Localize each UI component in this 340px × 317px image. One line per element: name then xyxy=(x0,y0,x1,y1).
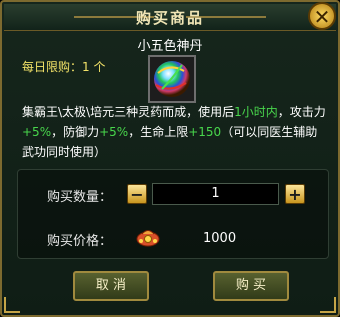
desc-attack-bonus: +5% xyxy=(22,125,52,139)
buy-button[interactable]: 购 买 xyxy=(213,271,289,301)
quantity-input[interactable]: 1 xyxy=(152,183,279,205)
dialog-title: 购买商品 xyxy=(135,9,204,27)
cancel-button[interactable]: 取 消 xyxy=(73,271,149,301)
minus-icon: − xyxy=(130,185,144,204)
desc-text: 集霸王\太极\培元三种灵药而成，使用后 xyxy=(22,105,235,119)
title-bar: 购买商品 xyxy=(4,4,336,31)
quantity-label: 购买数量： xyxy=(47,190,113,205)
corner-ornament xyxy=(4,297,20,313)
desc-hp-bonus: +150 xyxy=(188,125,222,139)
desc-text: ，防御力 xyxy=(51,125,100,139)
item-description: 集霸王\太极\培元三种灵药而成，使用后1小时内，攻击力+5%，防御力+5%，生命… xyxy=(22,102,327,162)
daily-limit: 每日限购：1 个 xyxy=(22,60,106,74)
close-button[interactable]: ✕ xyxy=(308,2,336,30)
purchase-dialog: 购买商品 ✕ 小五色神丹 每日限购：1 个 集霸王\太极\培元三种灵药而成，使用… xyxy=(0,0,340,317)
plus-icon: + xyxy=(288,185,302,204)
decrease-quantity-button[interactable]: − xyxy=(127,184,147,204)
item-name: 小五色神丹 xyxy=(137,39,203,54)
price-label: 购买价格： xyxy=(47,234,113,249)
close-icon: ✕ xyxy=(313,5,331,29)
desc-text: ，生命上限 xyxy=(128,125,189,139)
money-pouch-icon xyxy=(136,230,160,247)
desc-duration: 1小时内 xyxy=(234,105,278,119)
price-value: 1000 xyxy=(203,231,237,246)
item-icon-frame[interactable] xyxy=(148,55,196,103)
multicolor-pill-icon xyxy=(154,61,190,97)
corner-ornament xyxy=(320,297,336,313)
desc-text: ，攻击力 xyxy=(277,105,326,119)
increase-quantity-button[interactable]: + xyxy=(285,184,305,204)
desc-defense-bonus: +5% xyxy=(99,125,129,139)
